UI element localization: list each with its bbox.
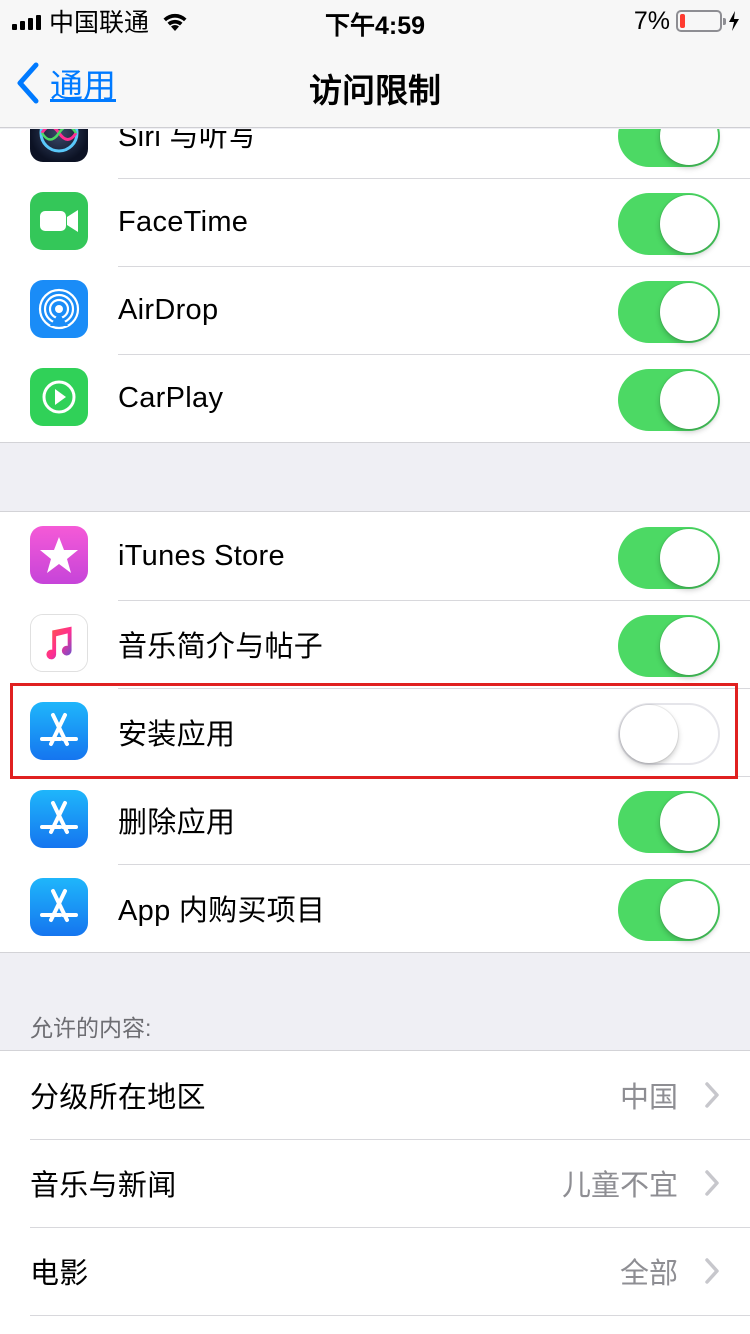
list-item-label: Siri 与听写 [118, 129, 258, 153]
list-item-label: AirDrop [118, 293, 219, 326]
list-item-label: FaceTime [118, 205, 249, 238]
list-item-itunes-store: iTunes Store [0, 512, 750, 600]
install-apps-toggle[interactable] [618, 703, 720, 765]
list-item-partial [0, 1315, 750, 1334]
list-item-value: 儿童不宜 [561, 1170, 678, 1202]
carplay-icon [30, 368, 88, 426]
list-item-label: 分级所在地区 [30, 1082, 206, 1114]
list-item-label: iTunes Store [118, 539, 285, 572]
list-item-rating-region[interactable]: 分级所在地区 中国 [0, 1051, 750, 1139]
list-item-airdrop: AirDrop [0, 266, 750, 354]
battery-icon [676, 10, 726, 32]
itunes-store-icon [30, 526, 88, 584]
settings-list[interactable]: Siri 与听写 FaceTime AirDrop CarPlay iTunes… [0, 129, 750, 1334]
chevron-right-icon [705, 1258, 719, 1284]
battery-fill [680, 14, 685, 28]
section-header-allowed-content: 允许的内容: [30, 1015, 152, 1041]
app-store-icon [30, 702, 88, 760]
list-item-label: 电影 [30, 1258, 89, 1290]
navigation-bar: 通用 访问限制 [0, 40, 750, 128]
app-store-icon [30, 878, 88, 936]
airdrop-toggle[interactable] [618, 281, 720, 343]
facetime-icon [30, 192, 88, 250]
airdrop-icon [30, 280, 88, 338]
page-title: 访问限制 [309, 72, 441, 109]
in-app-purchases-toggle[interactable] [618, 879, 720, 941]
system-features-group: Siri 与听写 FaceTime AirDrop CarPlay [0, 129, 750, 443]
carplay-toggle[interactable] [618, 369, 720, 431]
list-item-siri: Siri 与听写 [0, 129, 750, 178]
list-item-value: 全部 [619, 1258, 678, 1290]
list-item-label: 音乐简介与帖子 [118, 631, 324, 663]
music-profiles-toggle[interactable] [618, 615, 720, 677]
list-item-music-news[interactable]: 音乐与新闻 儿童不宜 [0, 1139, 750, 1227]
list-item-facetime: FaceTime [0, 178, 750, 266]
list-item-movies[interactable]: 电影 全部 [0, 1227, 750, 1315]
status-right: 7% [634, 6, 740, 36]
chevron-right-icon [705, 1170, 719, 1196]
list-item-carplay: CarPlay [0, 354, 750, 442]
siri-icon [30, 129, 88, 162]
chevron-right-icon [705, 1082, 719, 1108]
list-item-label: 音乐与新闻 [30, 1170, 177, 1202]
itunes-store-toggle[interactable] [618, 527, 720, 589]
list-item-delete-apps: 删除应用 [0, 776, 750, 864]
charging-bolt-icon [729, 11, 739, 31]
facetime-toggle[interactable] [618, 193, 720, 255]
list-item-label: CarPlay [118, 381, 224, 414]
battery-percent: 7% [633, 6, 670, 35]
siri-toggle[interactable] [618, 129, 720, 167]
app-store-icon [30, 790, 88, 848]
list-item-label: 删除应用 [118, 807, 236, 839]
music-icon [30, 614, 88, 672]
delete-apps-toggle[interactable] [618, 791, 720, 853]
store-features-group: iTunes Store 音乐简介与帖子 安装应用 删除应用 App 内购买项目 [0, 511, 750, 953]
list-item-install-apps: 安装应用 [0, 688, 750, 776]
list-item-in-app-purchases: App 内购买项目 [0, 864, 750, 952]
list-item-value: 中国 [619, 1082, 678, 1114]
status-bar: 中国联通 下午4:59 7% [0, 0, 750, 40]
list-item-label: 安装应用 [118, 719, 236, 751]
list-item-label: App 内购买项目 [118, 895, 326, 927]
allowed-content-group: 分级所在地区 中国 音乐与新闻 儿童不宜 电影 全部 [0, 1050, 750, 1334]
list-item-music-profiles: 音乐简介与帖子 [0, 600, 750, 688]
